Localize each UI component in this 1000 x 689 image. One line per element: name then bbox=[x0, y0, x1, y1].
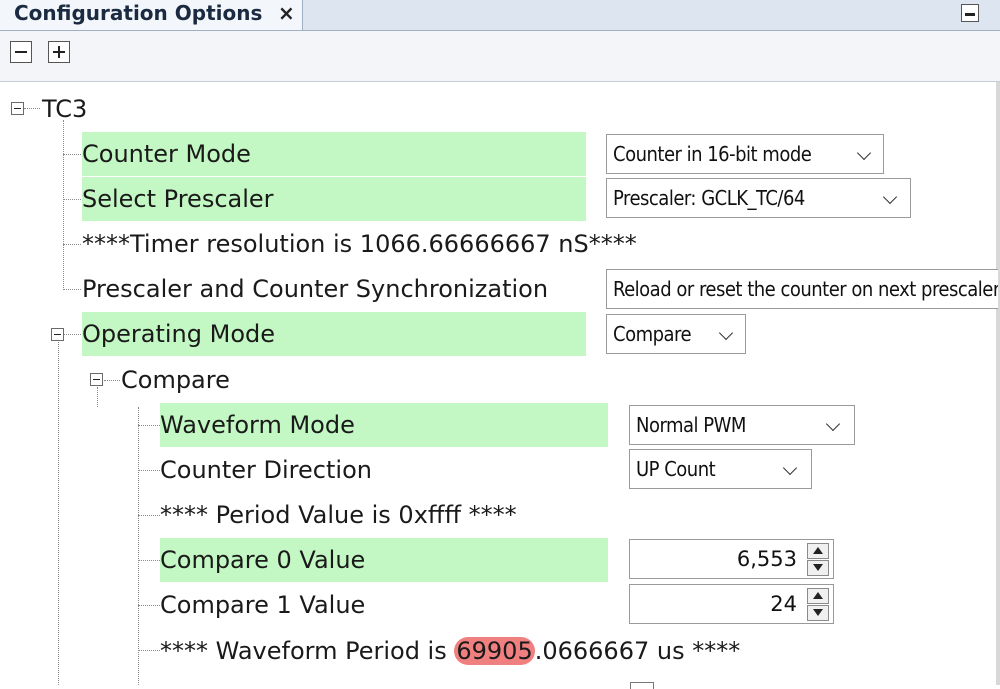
scrollbar[interactable] bbox=[996, 82, 1000, 685]
chevron-down-icon bbox=[825, 416, 841, 432]
decrement-button[interactable] bbox=[807, 605, 829, 621]
minimize-icon[interactable] bbox=[961, 4, 979, 22]
expand-all-button[interactable] bbox=[48, 41, 70, 63]
tree-node-compare[interactable]: Compare bbox=[121, 358, 230, 402]
prescaler-sync-select[interactable]: Reload or reset the counter on next pres… bbox=[606, 269, 998, 309]
operating-mode-select[interactable]: Compare bbox=[606, 314, 746, 354]
decrement-button[interactable] bbox=[807, 560, 829, 576]
collapse-all-button[interactable] bbox=[10, 41, 32, 63]
close-icon[interactable]: × bbox=[278, 1, 295, 25]
arrow-down-icon bbox=[813, 609, 823, 616]
tab-title: Configuration Options bbox=[14, 1, 263, 25]
tree-line bbox=[138, 515, 160, 516]
counter-direction-label: Counter Direction bbox=[160, 456, 372, 484]
waveform-mode-label: Waveform Mode bbox=[160, 411, 355, 439]
tree-line bbox=[104, 380, 120, 381]
row-operating-mode[interactable]: Operating Mode bbox=[82, 312, 586, 356]
waveform-mode-select[interactable]: Normal PWM bbox=[629, 405, 855, 445]
prescaler-value: Prescaler: GCLK_TC/64 bbox=[613, 186, 805, 210]
waveform-period-text: **** Waveform Period is 69905.0666667 us… bbox=[160, 629, 740, 673]
increment-button[interactable] bbox=[807, 588, 829, 604]
options-tree: TC3 Counter Mode Counter in 16-bit mode … bbox=[0, 82, 998, 685]
tree-line bbox=[138, 560, 160, 561]
compare1-value: 24 bbox=[770, 592, 797, 616]
tree-line bbox=[97, 387, 98, 407]
chevron-down-icon bbox=[718, 325, 734, 341]
chevron-down-icon bbox=[782, 460, 798, 476]
arrow-up-icon bbox=[813, 547, 823, 554]
tree-line bbox=[138, 650, 160, 651]
row-counter-mode[interactable]: Counter Mode bbox=[82, 132, 586, 176]
arrow-up-icon bbox=[813, 592, 823, 599]
tree-node-tc3[interactable]: TC3 bbox=[42, 87, 87, 131]
tree-line bbox=[63, 199, 81, 200]
tree-line bbox=[138, 470, 160, 471]
compare1-label: Compare 1 Value bbox=[160, 591, 366, 619]
tree-line bbox=[63, 154, 81, 155]
timer-resolution-text: ****Timer resolution is 1066.66666667 nS… bbox=[82, 230, 637, 258]
counter-mode-select[interactable]: Counter in 16-bit mode bbox=[606, 134, 884, 174]
tree-line bbox=[63, 120, 64, 290]
prescaler-sync-label: Prescaler and Counter Synchronization bbox=[82, 275, 549, 303]
prescaler-sync-value: Reload or reset the counter on next pres… bbox=[613, 277, 998, 301]
compare0-label: Compare 0 Value bbox=[160, 546, 366, 574]
increment-button[interactable] bbox=[807, 543, 829, 559]
tree-line bbox=[138, 605, 160, 606]
tab-configuration-options[interactable]: Configuration Options × bbox=[0, 0, 303, 30]
operating-mode-label: Operating Mode bbox=[82, 320, 276, 348]
collapse-compare-icon[interactable] bbox=[90, 373, 103, 386]
compare0-spinner[interactable]: 6,553 bbox=[629, 539, 834, 579]
tree-line bbox=[64, 334, 81, 335]
prescaler-select[interactable]: Prescaler: GCLK_TC/64 bbox=[606, 178, 911, 218]
waveform-period-suffix: .0666667 us **** bbox=[534, 637, 741, 665]
waveform-period-highlight: 69905 bbox=[454, 637, 535, 665]
toolbar bbox=[0, 31, 1000, 82]
row-waveform-mode[interactable]: Waveform Mode bbox=[160, 403, 608, 447]
tree-line bbox=[63, 244, 81, 245]
tree-line bbox=[24, 108, 40, 109]
counter-direction-value: UP Count bbox=[636, 457, 716, 481]
tab-bar: Configuration Options × bbox=[0, 0, 1000, 31]
collapse-tc3-icon[interactable] bbox=[11, 102, 24, 115]
arrow-down-icon bbox=[813, 564, 823, 571]
waveform-period-prefix: **** Waveform Period is bbox=[160, 637, 455, 665]
operating-mode-value: Compare bbox=[613, 322, 692, 346]
compare1-spinner[interactable]: 24 bbox=[629, 584, 834, 624]
tree-line bbox=[138, 425, 160, 426]
period-value-text: **** Period Value is 0xffff **** bbox=[160, 501, 517, 529]
select-prescaler-label: Select Prescaler bbox=[82, 185, 274, 213]
chevron-down-icon bbox=[882, 189, 898, 205]
compare0-value: 6,553 bbox=[736, 547, 797, 571]
tree-line bbox=[58, 342, 59, 685]
chevron-down-icon bbox=[856, 145, 872, 161]
tree-line bbox=[138, 407, 139, 685]
checkbox-partial[interactable] bbox=[630, 682, 654, 689]
counter-mode-label: Counter Mode bbox=[82, 140, 251, 168]
tree-line bbox=[63, 289, 81, 290]
waveform-mode-value: Normal PWM bbox=[636, 413, 746, 437]
counter-mode-value: Counter in 16-bit mode bbox=[613, 142, 812, 166]
row-select-prescaler[interactable]: Select Prescaler bbox=[82, 177, 586, 221]
collapse-operating-mode-icon[interactable] bbox=[51, 328, 64, 341]
counter-direction-select[interactable]: UP Count bbox=[629, 449, 812, 489]
row-compare0[interactable]: Compare 0 Value bbox=[160, 538, 608, 582]
